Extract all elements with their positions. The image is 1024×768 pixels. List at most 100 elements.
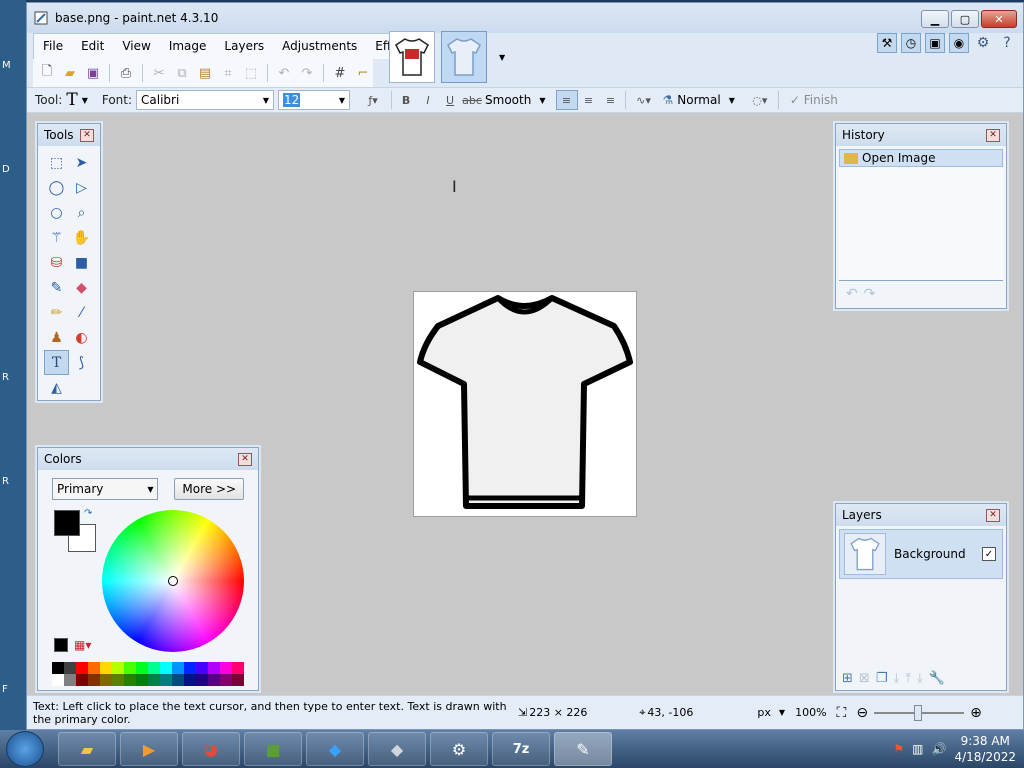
minecraft-taskbar-icon[interactable]: ■ — [244, 732, 302, 766]
units-arrow-icon[interactable]: ▼ — [779, 708, 785, 717]
blend-mode-select[interactable]: Normal — [677, 93, 720, 107]
history-undo-icon[interactable]: ↶ — [846, 286, 858, 302]
color-mode-select[interactable]: Primary ▼ — [52, 478, 159, 500]
lasso-select-icon[interactable]: ◯ — [44, 175, 69, 200]
history-redo-icon[interactable]: ↷ — [864, 286, 876, 302]
palette-swatch[interactable] — [220, 674, 232, 686]
minimize-button[interactable]: ▁ — [921, 10, 949, 28]
history-item[interactable]: Open Image — [839, 149, 1003, 167]
primary-color-swatch[interactable] — [54, 510, 80, 536]
deselect-icon[interactable]: ⬚ — [241, 63, 261, 83]
redo-icon[interactable]: ↷ — [297, 63, 317, 83]
palette-swatch[interactable] — [100, 662, 112, 674]
palette-swatch[interactable] — [124, 662, 136, 674]
align-center-icon[interactable]: ≡ — [578, 90, 600, 110]
palette-swatch[interactable] — [112, 662, 124, 674]
italic-button[interactable]: I — [417, 90, 439, 110]
move-selection-icon[interactable]: ▷ — [69, 175, 94, 200]
media-player-taskbar-icon[interactable]: ▶ — [120, 732, 178, 766]
history-panel-close-icon[interactable]: ✕ — [986, 128, 1000, 142]
grid-icon[interactable]: # — [330, 63, 350, 83]
move-layer-down-icon[interactable]: ⤓ — [917, 671, 923, 686]
palette-swatch[interactable] — [184, 662, 196, 674]
more-colors-button[interactable]: More >> — [174, 478, 244, 500]
line-curve-icon[interactable]: ⟆ — [69, 350, 94, 375]
roblox-studio-taskbar-icon[interactable]: ◆ — [368, 732, 426, 766]
align-right-icon[interactable]: ≡ — [600, 90, 622, 110]
magic-wand-icon[interactable]: ⚚ — [44, 225, 69, 250]
palette-swatch[interactable] — [160, 674, 172, 686]
color-picker-icon[interactable]: ⁄ — [69, 300, 94, 325]
palette-swatch[interactable] — [196, 662, 208, 674]
layers-panel-close-icon[interactable]: ✕ — [986, 508, 1000, 522]
zoom-level[interactable]: 100% — [795, 706, 826, 719]
ruler-icon[interactable]: ⌐ — [353, 63, 373, 83]
palette-swatch[interactable] — [64, 662, 76, 674]
rectangle-select-icon[interactable]: ⬚ — [44, 150, 69, 175]
history-toggle-icon[interactable]: ◷ — [901, 33, 921, 53]
add-layer-icon[interactable]: ⊞ — [842, 671, 853, 686]
image-tab-1[interactable] — [389, 31, 435, 83]
zoom-out-icon[interactable]: ⊖ — [856, 705, 868, 721]
reset-colors-icon[interactable] — [54, 638, 68, 652]
selection-clipping-icon[interactable]: ◌▾ — [745, 90, 775, 110]
palette-swatch[interactable] — [100, 674, 112, 686]
move-selected-icon[interactable]: ➤ — [69, 150, 94, 175]
menu-edit[interactable]: Edit — [72, 34, 113, 59]
colors-toggle-icon[interactable]: ◉ — [949, 33, 969, 53]
font-smoothing-icon[interactable]: ƒ▾ — [358, 90, 388, 110]
zoom-slider-handle[interactable] — [914, 704, 923, 721]
layer-properties-wrench-icon[interactable]: 🔧 — [929, 671, 945, 686]
open-folder-icon[interactable]: ▰ — [60, 63, 80, 83]
recolor-icon[interactable]: ◐ — [69, 325, 94, 350]
palette-swatch[interactable] — [172, 674, 184, 686]
menu-file[interactable]: File — [34, 34, 72, 59]
palette-swatch[interactable] — [208, 662, 220, 674]
zoom-icon[interactable]: ⌕ — [69, 200, 94, 225]
network-tray-icon[interactable]: ▥ — [912, 742, 923, 756]
blend-mode-arrow-icon[interactable]: ▼ — [729, 96, 735, 105]
crop-icon[interactable]: ⌗ — [218, 63, 238, 83]
new-file-icon[interactable]: 🗋 — [37, 63, 57, 83]
text-tool-icon[interactable]: T — [66, 90, 77, 110]
cut-icon[interactable]: ✂ — [149, 63, 169, 83]
palette-swatch[interactable] — [184, 674, 196, 686]
palette-menu-icon[interactable]: ▦▾ — [74, 638, 91, 652]
finish-button[interactable]: ✓ Finish — [790, 93, 838, 107]
palette-swatch[interactable] — [112, 674, 124, 686]
help-icon[interactable]: ? — [997, 33, 1017, 53]
palette-swatch[interactable] — [88, 662, 100, 674]
duplicate-layer-icon[interactable]: ❐ — [876, 671, 888, 686]
underline-button[interactable]: U — [439, 90, 461, 110]
units-select[interactable]: px — [757, 706, 771, 719]
gradient-icon[interactable]: ■ — [69, 250, 94, 275]
palette-swatch[interactable] — [232, 674, 244, 686]
layer-row[interactable]: Background ✓ — [839, 529, 1003, 579]
palette-swatch[interactable] — [172, 662, 184, 674]
volume-tray-icon[interactable]: 🔊 — [932, 742, 947, 756]
tool-dropdown-arrow-icon[interactable]: ▼ — [82, 96, 88, 105]
7zip-taskbar-icon[interactable]: 7z — [492, 732, 550, 766]
swap-colors-icon[interactable]: ↷ — [84, 508, 92, 519]
colors-panel-close-icon[interactable]: ✕ — [238, 452, 252, 466]
menu-layers[interactable]: Layers — [215, 34, 273, 59]
maximize-button[interactable]: ▢ — [951, 10, 979, 28]
layers-toggle-icon[interactable]: ▣ — [925, 33, 945, 53]
clone-stamp-icon[interactable]: ♟ — [44, 325, 69, 350]
move-layer-up-icon[interactable]: ⤒ — [905, 671, 911, 686]
menu-adjustments[interactable]: Adjustments — [273, 34, 366, 59]
zoom-fit-icon[interactable]: ⛶ — [837, 705, 847, 721]
align-left-icon[interactable]: ≡ — [555, 90, 578, 110]
roblox-taskbar-icon[interactable]: ◆ — [306, 732, 364, 766]
palette-swatch[interactable] — [52, 674, 64, 686]
text-tool-icon[interactable]: T — [44, 350, 69, 375]
palette-swatch[interactable] — [76, 674, 88, 686]
font-family-select[interactable]: Calibri ▼ — [136, 90, 275, 110]
palette-swatch[interactable] — [208, 674, 220, 686]
palette-swatch[interactable] — [136, 662, 148, 674]
chrome-taskbar-icon[interactable]: ◕ — [182, 732, 240, 766]
menu-image[interactable]: Image — [160, 34, 216, 59]
palette-swatch[interactable] — [148, 674, 160, 686]
layer-visibility-checkbox[interactable]: ✓ — [982, 547, 996, 561]
pan-hand-icon[interactable]: ✋ — [69, 225, 94, 250]
